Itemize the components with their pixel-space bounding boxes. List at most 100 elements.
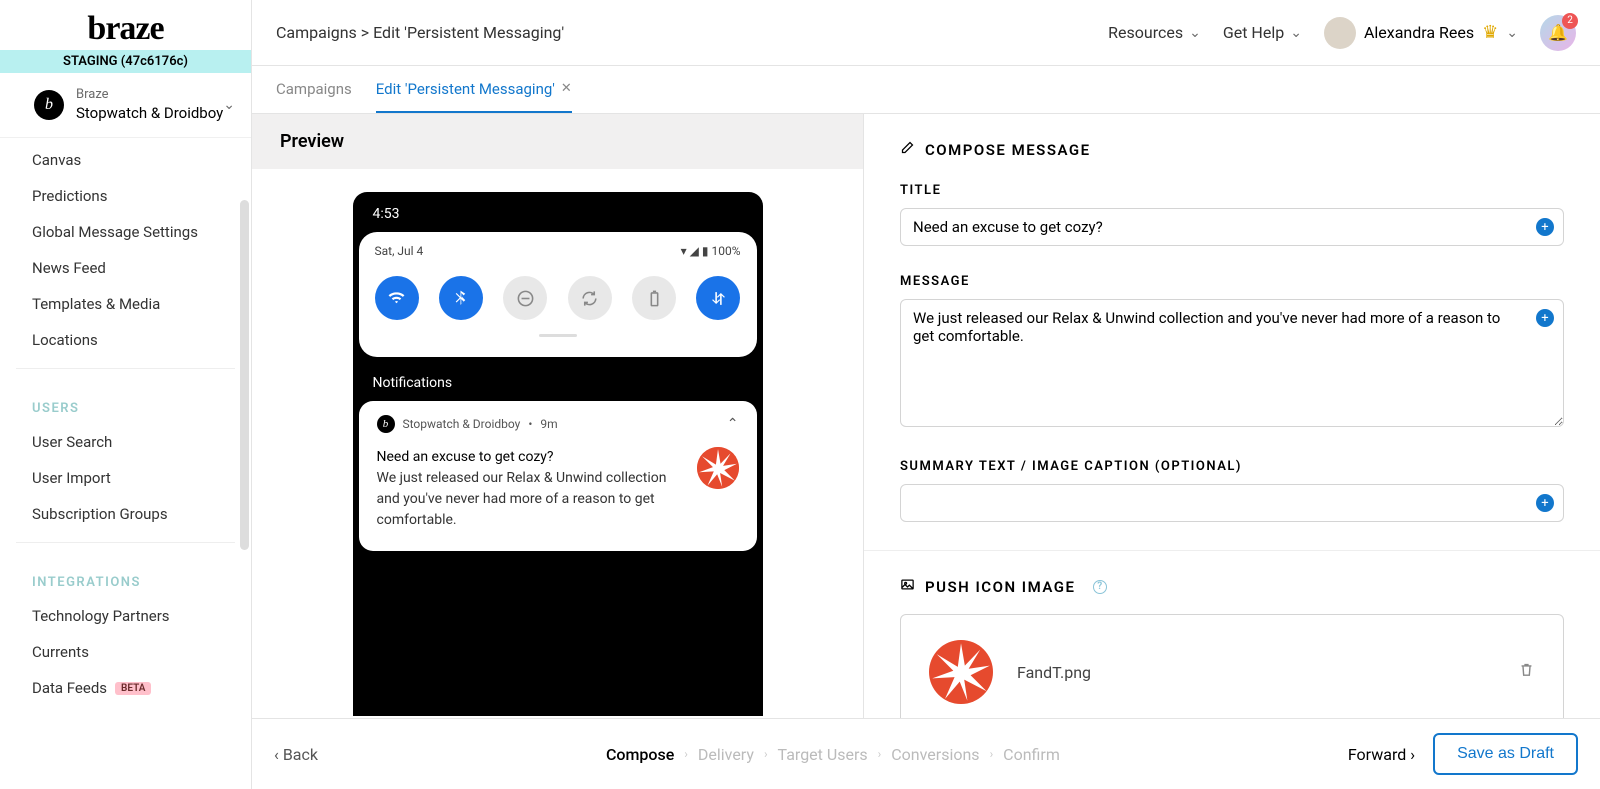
notification-body-preview: We just released our Relax & Unwind coll…: [377, 468, 683, 531]
sidebar: braze STAGING (47c6176c) b Braze Stopwat…: [0, 0, 252, 789]
avatar: [1324, 17, 1356, 49]
sidebar-item-global-message-settings[interactable]: Global Message Settings: [0, 214, 251, 250]
chevron-right-icon: ›: [1410, 745, 1415, 764]
device-preview: 4:53 Sat, Jul 4 ▾ ◢ ▮ 100%: [353, 192, 763, 716]
preview-pane: Preview 4:53 Sat, Jul 4 ▾ ◢ ▮ 100%: [252, 114, 864, 718]
notification-preview-card: b Stopwatch & Droidboy • 9m ⌃ Need an ex…: [359, 401, 757, 551]
topbar: Campaigns > Edit 'Persistent Messaging' …: [252, 0, 1600, 66]
push-icon-section-title: PUSH ICON IMAGE ?: [900, 577, 1564, 596]
drag-handle: [539, 334, 577, 337]
divider: [16, 368, 235, 369]
step-confirm[interactable]: Confirm: [1003, 745, 1060, 764]
trash-icon[interactable]: [1518, 661, 1535, 683]
chevron-down-icon: ⌄: [223, 97, 235, 113]
save-as-draft-button[interactable]: Save as Draft: [1433, 733, 1578, 775]
title-input[interactable]: [900, 208, 1564, 246]
push-icon-thumbnail: [929, 640, 993, 704]
chevron-right-icon: ›: [684, 747, 688, 761]
chevron-right-icon: ›: [764, 747, 768, 761]
env-banner: STAGING (47c6176c): [0, 50, 251, 73]
breadcrumb: Campaigns > Edit 'Persistent Messaging': [276, 23, 1108, 42]
battery-saver-toggle: [632, 276, 676, 320]
summary-input[interactable]: [900, 484, 1564, 522]
forward-button[interactable]: Forward ›: [1348, 745, 1415, 764]
step-target-users[interactable]: Target Users: [778, 745, 868, 764]
signal-icon: ◢: [690, 244, 699, 258]
back-button[interactable]: ‹ Back: [274, 745, 318, 764]
personalization-add-button[interactable]: +: [1536, 218, 1554, 236]
step-conversions[interactable]: Conversions: [891, 745, 979, 764]
sidebar-item-user-search[interactable]: User Search: [0, 424, 251, 460]
close-icon[interactable]: ✕: [561, 81, 572, 96]
push-icon-filename: FandT.png: [1017, 663, 1494, 682]
notification-time: 9m: [540, 417, 557, 431]
bluetooth-toggle: [439, 276, 483, 320]
chevron-down-icon: ⌄: [1290, 25, 1302, 41]
image-icon: [900, 577, 915, 596]
notification-title-preview: Need an excuse to get cozy?: [377, 447, 683, 468]
sidebar-item-canvas[interactable]: Canvas: [0, 142, 251, 178]
notifications-button[interactable]: 🔔 2: [1540, 15, 1576, 51]
resources-menu[interactable]: Resources⌄: [1108, 23, 1201, 42]
notification-count: 2: [1562, 13, 1578, 29]
status-time: 4:53: [353, 192, 763, 232]
status-icons: ▾ ◢ ▮ 100%: [681, 244, 741, 258]
message-label: MESSAGE: [900, 274, 1564, 289]
sidebar-item-predictions[interactable]: Predictions: [0, 178, 251, 214]
get-help-menu[interactable]: Get Help⌄: [1223, 23, 1302, 42]
scrollbar[interactable]: [240, 200, 249, 550]
chevron-left-icon: ‹: [274, 745, 279, 764]
personalization-add-button[interactable]: +: [1536, 309, 1554, 327]
sidebar-heading-users: USERS: [0, 379, 251, 424]
org-parent: Braze: [76, 87, 223, 104]
wifi-icon: ▾: [681, 244, 687, 258]
chevron-right-icon: ›: [878, 747, 882, 761]
tab-edit-campaign[interactable]: Edit 'Persistent Messaging' ✕: [376, 66, 572, 113]
sidebar-item-technology-partners[interactable]: Technology Partners: [0, 598, 251, 634]
divider: [864, 550, 1600, 551]
message-textarea[interactable]: We just released our Relax & Unwind coll…: [900, 299, 1564, 427]
step-compose[interactable]: Compose: [606, 745, 674, 764]
sidebar-item-templates-media[interactable]: Templates & Media: [0, 286, 251, 322]
edit-icon: [900, 140, 915, 159]
summary-label: SUMMARY TEXT / IMAGE CAPTION (OPTIONAL): [900, 459, 1564, 474]
sidebar-nav: Canvas Predictions Global Message Settin…: [0, 138, 251, 789]
sidebar-item-currents[interactable]: Currents: [0, 634, 251, 670]
logo-text: braze: [87, 10, 163, 47]
sidebar-item-subscription-groups[interactable]: Subscription Groups: [0, 496, 251, 532]
sidebar-item-data-feeds[interactable]: Data Feeds BETA: [0, 670, 251, 706]
step-delivery[interactable]: Delivery: [698, 745, 754, 764]
sidebar-heading-integrations: INTEGRATIONS: [0, 553, 251, 598]
notification-app-name: Stopwatch & Droidboy: [403, 417, 521, 431]
sidebar-item-locations[interactable]: Locations: [0, 322, 251, 358]
chevron-right-icon: ›: [990, 747, 994, 761]
logo[interactable]: braze: [0, 0, 251, 50]
push-icon-card: FandT.png: [900, 614, 1564, 718]
preview-header: Preview: [252, 114, 863, 169]
chevron-up-icon: ⌃: [727, 416, 739, 432]
title-label: TITLE: [900, 183, 1564, 198]
battery-icon: ▮: [702, 244, 709, 258]
workspace-name: Stopwatch & Droidboy: [76, 104, 223, 124]
main: Campaigns > Edit 'Persistent Messaging' …: [252, 0, 1600, 789]
step-indicator: Compose › Delivery › Target Users › Conv…: [318, 745, 1348, 764]
tab-bar: Campaigns Edit 'Persistent Messaging' ✕: [252, 66, 1600, 114]
user-menu[interactable]: Alexandra Rees ♛ ⌄: [1324, 17, 1518, 49]
divider: [16, 542, 235, 543]
chevron-down-icon: ⌄: [1506, 25, 1518, 41]
status-date: Sat, Jul 4: [375, 244, 424, 258]
crown-icon: ♛: [1482, 22, 1498, 43]
help-icon[interactable]: ?: [1093, 580, 1107, 594]
footer: ‹ Back Compose › Delivery › Target Users…: [252, 718, 1600, 789]
notification-shade: Sat, Jul 4 ▾ ◢ ▮ 100%: [359, 232, 757, 357]
dnd-toggle: [503, 276, 547, 320]
tab-campaigns[interactable]: Campaigns: [276, 66, 352, 113]
workspace-picker[interactable]: b Braze Stopwatch & Droidboy ⌄: [0, 73, 251, 138]
app-icon: b: [377, 415, 395, 433]
wifi-toggle: [375, 276, 419, 320]
sidebar-item-news-feed[interactable]: News Feed: [0, 250, 251, 286]
notifications-heading: Notifications: [353, 357, 763, 401]
personalization-add-button[interactable]: +: [1536, 494, 1554, 512]
sidebar-item-user-import[interactable]: User Import: [0, 460, 251, 496]
chevron-down-icon: ⌄: [1189, 25, 1201, 41]
